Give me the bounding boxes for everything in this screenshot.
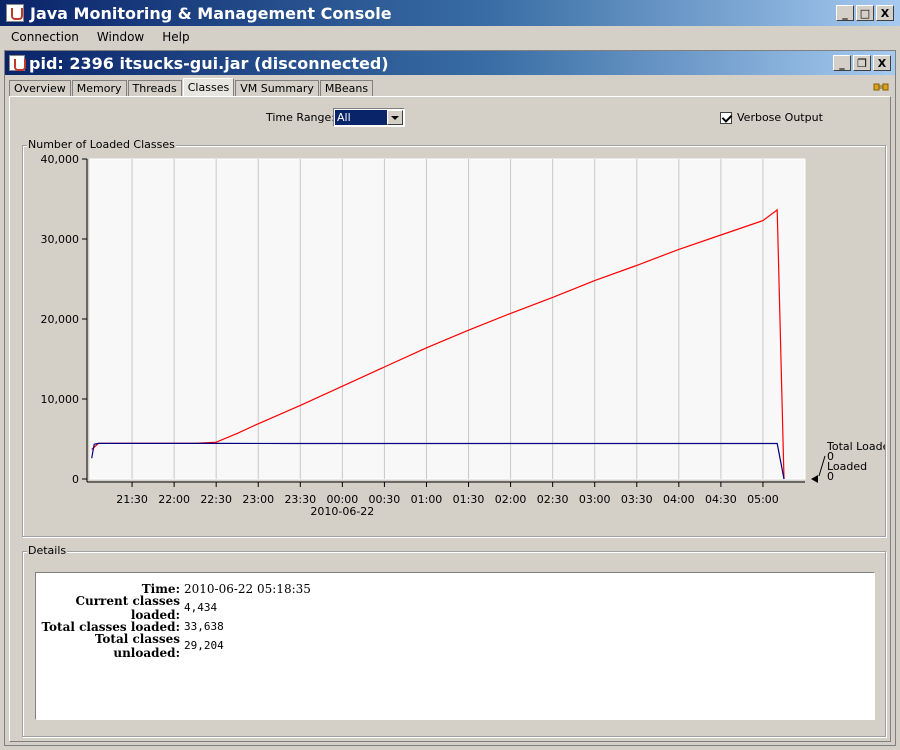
x-tick-label: 01:00 xyxy=(411,493,443,506)
legend-label-total-loaded: Total Loaded xyxy=(826,440,885,453)
y-tick-label: 10,000 xyxy=(41,393,80,406)
x-tick-label: 01:30 xyxy=(453,493,485,506)
tab-threads[interactable]: Threads xyxy=(127,80,182,96)
tab-overview[interactable]: Overview xyxy=(9,80,71,96)
menu-window[interactable]: Window xyxy=(86,30,151,44)
details-key: Total classes unloaded: xyxy=(94,631,180,660)
verbose-output-toggle[interactable]: Verbose Output xyxy=(720,111,823,124)
verbose-output-label: Verbose Output xyxy=(737,111,823,124)
window-controls: _ □ X xyxy=(836,5,894,21)
window-title-bar: Java Monitoring & Management Console _ □… xyxy=(0,0,900,26)
tab-vm-summary[interactable]: VM Summary xyxy=(235,80,319,96)
chevron-down-icon[interactable] xyxy=(387,110,403,125)
minimize-button[interactable]: _ xyxy=(836,5,854,21)
menu-bar: Connection Window Help xyxy=(0,26,900,48)
y-tick-label: 20,000 xyxy=(41,313,80,326)
tab-bar: Overview Memory Threads Classes VM Summa… xyxy=(9,78,374,96)
details-box: Time: 2010-06-22 05:18:35 Current classe… xyxy=(35,572,875,720)
details-key: Current classes loaded: xyxy=(75,593,180,622)
details-row-current: Current classes loaded: 4,434 xyxy=(40,594,311,622)
tab-classes[interactable]: Classes xyxy=(182,78,235,96)
x-tick-label: 05:00 xyxy=(747,493,779,506)
verbose-output-checkbox[interactable] xyxy=(720,111,732,124)
x-tick-label: 04:30 xyxy=(705,493,737,506)
menu-connection[interactable]: Connection xyxy=(0,30,86,44)
x-tick-label: 02:00 xyxy=(495,493,527,506)
x-tick-label: 04:00 xyxy=(663,493,695,506)
java-app-icon xyxy=(9,55,26,71)
details-title: Details xyxy=(27,544,68,557)
menu-help[interactable]: Help xyxy=(151,30,196,44)
y-tick-label: 40,000 xyxy=(41,153,80,166)
connection-minimize-button[interactable]: _ xyxy=(833,55,851,71)
window-title: Java Monitoring & Management Console xyxy=(30,3,392,23)
plot-area xyxy=(89,158,806,480)
x-tick-label: 03:00 xyxy=(579,493,611,506)
chart-group: Number of Loaded Classes 21:30 22:00 22:30… xyxy=(22,138,886,537)
details-row-unloaded: Total classes unloaded: 29,204 xyxy=(40,632,311,660)
tab-memory[interactable]: Memory xyxy=(71,80,127,96)
details-group: Details Time: 2010-06-22 05:18:35 Curren… xyxy=(22,544,886,737)
x-date-label: 2010-06-22 xyxy=(310,505,374,518)
details-value: 2010-06-22 05:18:35 xyxy=(184,581,311,596)
x-tick-label: 23:00 xyxy=(242,493,274,506)
connection-frame: pid: 2396 itsucks-gui.jar (disconnected)… xyxy=(4,50,896,746)
tab-mbeans[interactable]: MBeans xyxy=(319,80,374,96)
details-value: 33,638 xyxy=(184,620,224,633)
x-tick-label: 22:30 xyxy=(200,493,232,506)
y-tick-label: 30,000 xyxy=(41,233,80,246)
connection-title-bar: pid: 2396 itsucks-gui.jar (disconnected)… xyxy=(5,51,895,75)
details-table: Time: 2010-06-22 05:18:35 Current classe… xyxy=(40,579,311,660)
disconnected-plug-icon[interactable] xyxy=(873,81,889,93)
loaded-classes-chart: 21:30 22:00 22:30 23:00 23:30 00:00 00:30 01:00… xyxy=(41,153,886,518)
close-button[interactable]: X xyxy=(876,5,894,21)
connection-controls: _ ❐ X xyxy=(833,55,891,71)
java-app-icon xyxy=(6,4,24,22)
legend-value-loaded: 0 xyxy=(827,470,834,483)
legend-arrow-icon xyxy=(811,475,818,483)
legend-pointer xyxy=(818,455,826,477)
time-range-label: Time Range: xyxy=(266,111,335,124)
connection-title: pid: 2396 itsucks-gui.jar (disconnected) xyxy=(29,53,389,73)
y-tick-label: 0 xyxy=(72,473,79,486)
x-tick-label: 03:30 xyxy=(621,493,653,506)
time-range-select[interactable]: All xyxy=(333,108,405,127)
classes-tab-panel: Time Range: All Verbose Output Number of… xyxy=(9,96,891,742)
time-range-value: All xyxy=(335,110,387,125)
details-value: 4,434 xyxy=(184,601,218,614)
connection-close-button[interactable]: X xyxy=(873,55,891,71)
x-tick-label: 21:30 xyxy=(116,493,148,506)
details-value: 29,204 xyxy=(184,639,224,652)
x-tick-label: 02:30 xyxy=(537,493,569,506)
x-tick-label: 22:00 xyxy=(158,493,190,506)
connection-restore-button[interactable]: ❐ xyxy=(853,55,871,71)
maximize-button[interactable]: □ xyxy=(856,5,874,21)
